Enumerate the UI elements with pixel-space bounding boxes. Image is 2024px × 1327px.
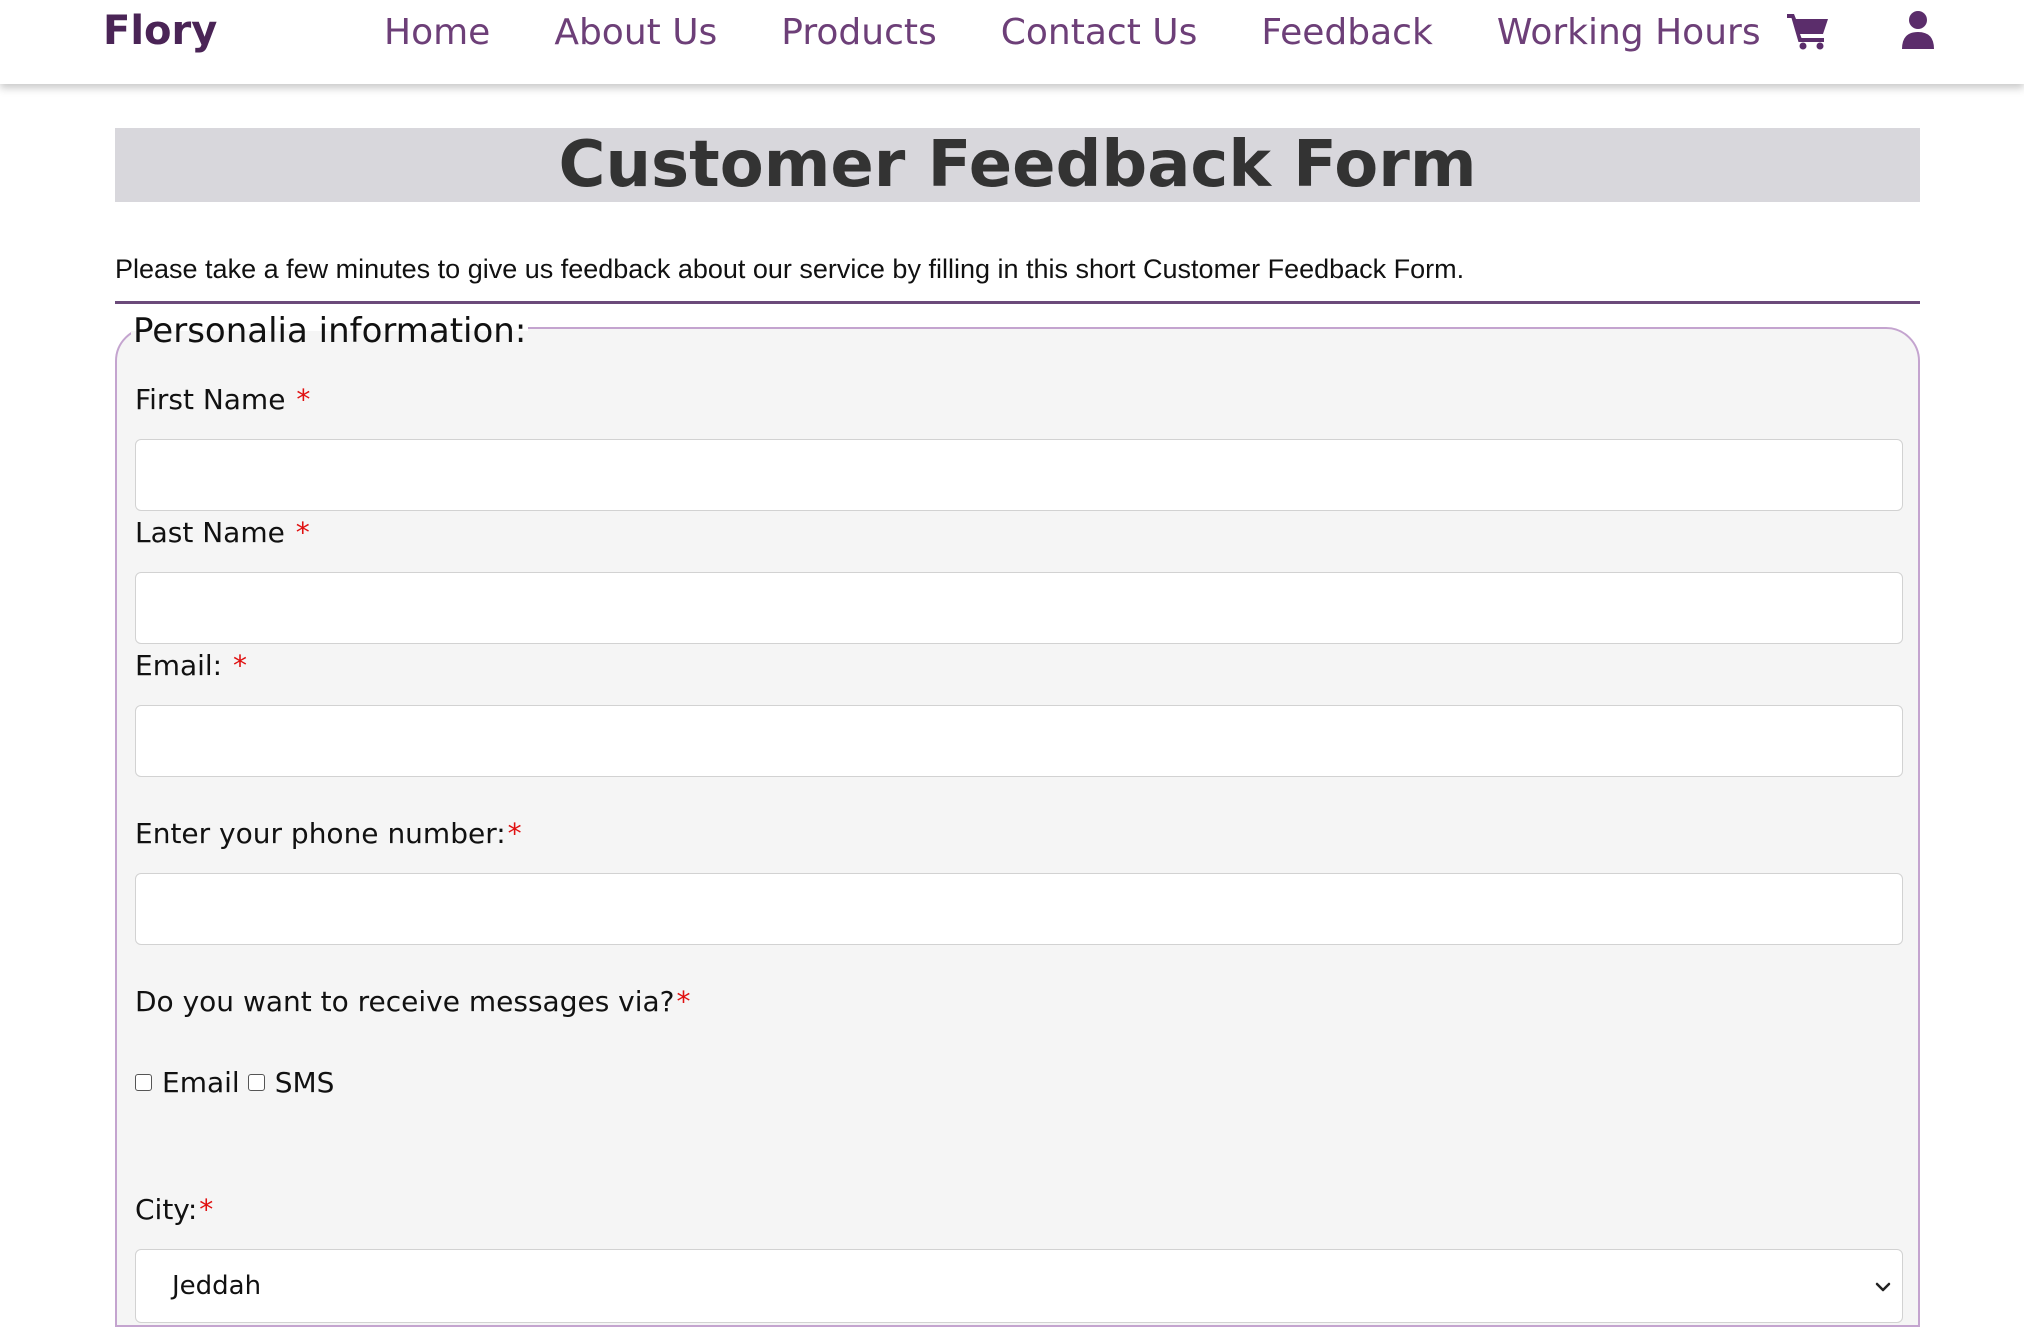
phone-label: Enter your phone number:* bbox=[135, 817, 522, 850]
required-asterisk: * bbox=[233, 649, 248, 682]
messages-label-text: Do you want to receive messages via? bbox=[135, 985, 675, 1018]
required-asterisk: * bbox=[676, 985, 691, 1018]
user-icon[interactable] bbox=[1896, 10, 1940, 50]
city-selected-value: Jeddah bbox=[172, 1271, 262, 1301]
sms-checkbox-label: SMS bbox=[274, 1066, 335, 1099]
nav-links: Home About Us Products Contact Us Feedba… bbox=[384, 0, 1761, 64]
nav-link-feedback[interactable]: Feedback bbox=[1261, 12, 1432, 53]
nav-link-working-hours[interactable]: Working Hours bbox=[1497, 12, 1761, 53]
last-name-label-text: Last Name bbox=[135, 516, 285, 549]
brand-logo[interactable]: Flory bbox=[103, 8, 217, 54]
required-asterisk: * bbox=[199, 1193, 214, 1226]
nav-link-products[interactable]: Products bbox=[781, 12, 936, 53]
first-name-label-text: First Name bbox=[135, 383, 286, 416]
email-checkbox[interactable] bbox=[135, 1074, 152, 1091]
nav-link-about-us[interactable]: About Us bbox=[554, 12, 717, 53]
nav-link-home[interactable]: Home bbox=[384, 12, 490, 53]
sms-checkbox[interactable] bbox=[247, 1074, 265, 1091]
city-select[interactable]: Jeddah bbox=[135, 1249, 1903, 1323]
intro-text: Please take a few minutes to give us fee… bbox=[115, 254, 1465, 284]
first-name-label: First Name * bbox=[135, 383, 310, 416]
top-navbar: Flory Home About Us Products Contact Us … bbox=[0, 0, 2024, 84]
phone-input[interactable] bbox=[135, 873, 1903, 945]
nav-link-contact-us[interactable]: Contact Us bbox=[1001, 12, 1198, 53]
email-label: Email: * bbox=[135, 649, 247, 682]
cart-icon[interactable] bbox=[1786, 10, 1830, 50]
required-asterisk: * bbox=[295, 516, 310, 549]
last-name-label: Last Name * bbox=[135, 516, 310, 549]
divider bbox=[115, 301, 1920, 304]
title-bar: Customer Feedback Form bbox=[115, 128, 1920, 202]
personalia-fieldset: Personalia information: First Name * Las… bbox=[115, 311, 1920, 1327]
phone-label-text: Enter your phone number: bbox=[135, 817, 506, 850]
messages-label: Do you want to receive messages via?* bbox=[135, 985, 691, 1018]
last-name-input[interactable] bbox=[135, 572, 1903, 644]
main-content: Customer Feedback Form Please take a few… bbox=[115, 128, 1920, 1327]
fieldset-legend: Personalia information: bbox=[131, 311, 529, 351]
city-label: City:* bbox=[135, 1193, 213, 1226]
first-name-input[interactable] bbox=[135, 439, 1903, 511]
chevron-down-icon bbox=[1875, 1282, 1891, 1292]
email-checkbox-label: Email bbox=[162, 1066, 240, 1099]
required-asterisk: * bbox=[296, 383, 311, 416]
required-asterisk: * bbox=[507, 817, 522, 850]
page-title: Customer Feedback Form bbox=[558, 128, 1477, 202]
email-label-text: Email: bbox=[135, 649, 223, 682]
email-input[interactable] bbox=[135, 705, 1903, 777]
city-label-text: City: bbox=[135, 1193, 198, 1226]
messages-options: Email SMS bbox=[135, 1066, 342, 1099]
